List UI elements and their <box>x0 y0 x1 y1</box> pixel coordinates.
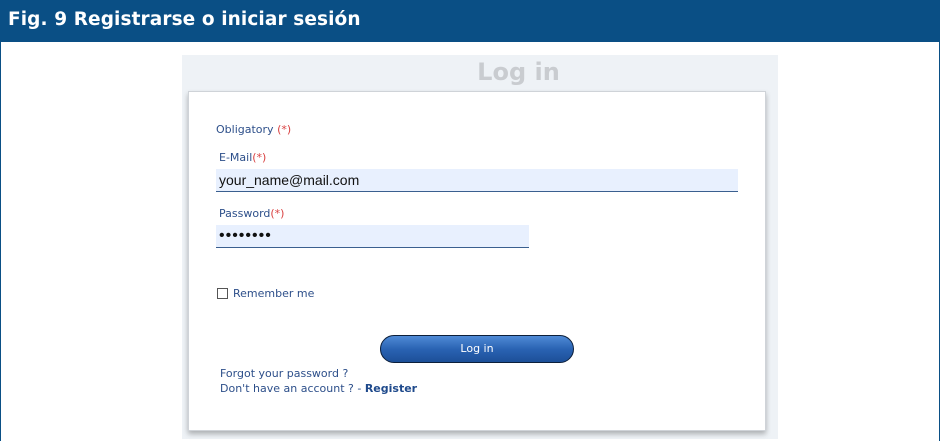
figure-header: Fig. 9 Registrarse o iniciar sesión <box>0 0 940 42</box>
required-marker: (*) <box>277 123 292 136</box>
remember-me-label: Remember me <box>233 287 315 300</box>
password-field[interactable] <box>216 225 529 248</box>
page-title: Log in <box>477 58 560 86</box>
email-field[interactable] <box>216 169 738 192</box>
required-marker: (*) <box>252 151 267 164</box>
obligatory-note: Obligatory (*) <box>216 123 291 136</box>
email-label: E-Mail <box>219 151 253 164</box>
register-link[interactable]: Register <box>365 382 417 395</box>
figure-title: Fig. 9 Registrarse o iniciar sesión <box>8 9 361 30</box>
required-marker: (*) <box>270 207 285 220</box>
login-button[interactable]: Log in <box>380 335 574 363</box>
no-account-line: Don't have an account ? - Register <box>220 382 417 395</box>
login-form-card: Obligatory (*) E-Mail(*) Password(*) Rem… <box>188 91 766 431</box>
remember-me-checkbox[interactable] <box>217 288 228 299</box>
no-account-text: Don't have an account ? - <box>220 382 365 395</box>
email-label-row: E-Mail(*) <box>219 151 266 164</box>
password-label: Password <box>219 207 271 220</box>
remember-me-row[interactable]: Remember me <box>217 287 314 300</box>
password-label-row: Password(*) <box>219 207 284 220</box>
forgot-password-link[interactable]: Forgot your password ? <box>220 367 348 380</box>
obligatory-label: Obligatory <box>216 123 274 136</box>
frame-border-left <box>0 42 1 441</box>
